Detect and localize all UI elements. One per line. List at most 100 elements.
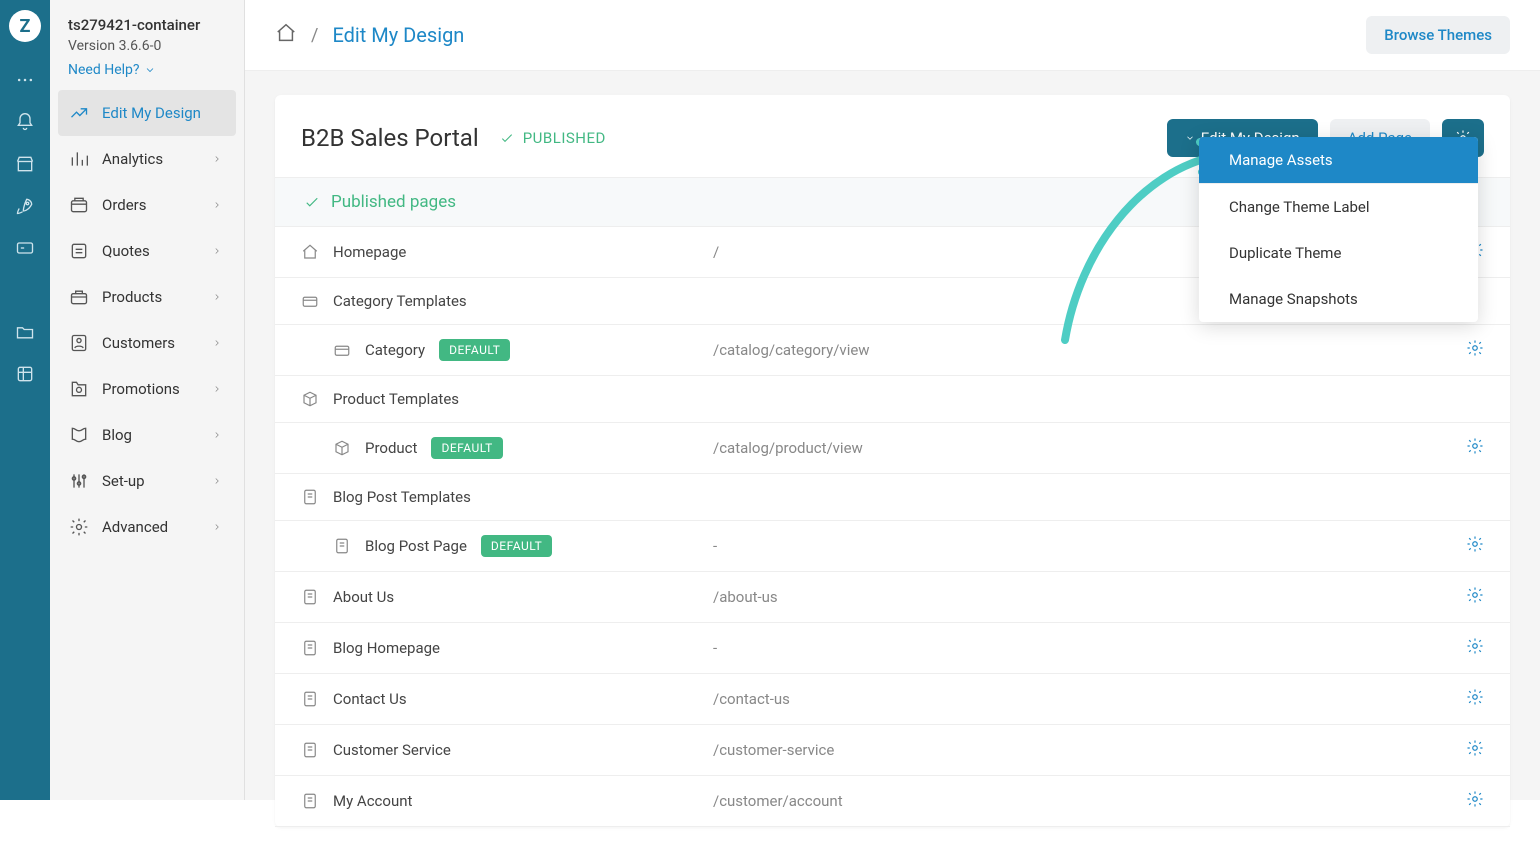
nav-label: Set-up	[102, 472, 212, 490]
browse-themes-button[interactable]: Browse Themes	[1366, 16, 1510, 54]
row-path: /contact-us	[713, 690, 1466, 708]
folder-icon[interactable]	[13, 320, 37, 344]
page-row[interactable]: Blog Homepage-	[275, 623, 1510, 674]
chevron-right-icon	[212, 426, 226, 444]
nav-label: Edit My Design	[102, 104, 226, 122]
storefront-icon[interactable]	[13, 152, 37, 176]
nav-icon	[68, 516, 90, 538]
breadcrumb-current[interactable]: Edit My Design	[332, 23, 464, 47]
nav-item-blog[interactable]: Blog	[58, 412, 236, 458]
row-icon	[333, 341, 355, 359]
nav-icon	[68, 194, 90, 216]
nav-item-orders[interactable]: Orders	[58, 182, 236, 228]
nav-icon	[68, 424, 90, 446]
nav-label: Customers	[102, 334, 212, 352]
sidebar: ts279421-container Version 3.6.6-0 Need …	[50, 0, 245, 800]
nav-label: Orders	[102, 196, 212, 214]
main: / Edit My Design Browse Themes B2B Sales…	[245, 0, 1540, 800]
nav-icon	[68, 148, 90, 170]
nav-item-products[interactable]: Products	[58, 274, 236, 320]
nav-item-customers[interactable]: Customers	[58, 320, 236, 366]
version-label: Version 3.6.6-0	[68, 38, 226, 54]
iconbar: Z	[0, 0, 50, 800]
page-row[interactable]: CategoryDEFAULT/catalog/category/view	[275, 325, 1510, 376]
menu-dots-icon[interactable]	[13, 68, 37, 92]
nav-label: Promotions	[102, 380, 212, 398]
row-icon	[301, 488, 323, 506]
row-settings-button[interactable]	[1466, 339, 1484, 361]
nav-label: Quotes	[102, 242, 212, 260]
page-row[interactable]: ProductDEFAULT/catalog/product/view	[275, 423, 1510, 474]
row-icon	[301, 792, 323, 810]
row-path: /about-us	[713, 588, 1466, 606]
page-row[interactable]: Blog Post Templates	[275, 474, 1510, 521]
breadcrumb: / Edit My Design	[275, 22, 464, 49]
nav-item-promotions[interactable]: Promotions	[58, 366, 236, 412]
need-help-link[interactable]: Need Help?	[68, 62, 226, 78]
breadcrumb-separator: /	[311, 25, 318, 46]
dropdown-item-duplicate-theme[interactable]: Duplicate Theme	[1199, 230, 1478, 276]
dropdown-item-change-theme-label[interactable]: Change Theme Label	[1199, 184, 1478, 230]
nav-icon	[68, 240, 90, 262]
row-label: My Account	[333, 792, 713, 810]
row-icon	[301, 690, 323, 708]
row-settings-button[interactable]	[1466, 688, 1484, 710]
page-row[interactable]: My Account/customer/account	[275, 776, 1510, 827]
home-icon[interactable]	[275, 22, 297, 49]
bell-icon[interactable]	[13, 110, 37, 134]
chevron-down-icon	[144, 64, 156, 76]
row-settings-button[interactable]	[1466, 790, 1484, 812]
row-label: About Us	[333, 588, 713, 606]
published-status: PUBLISHED	[499, 129, 606, 147]
row-path: /customer-service	[713, 741, 1466, 759]
page-row[interactable]: Product Templates	[275, 376, 1510, 423]
logo[interactable]: Z	[9, 10, 41, 42]
row-icon	[333, 439, 355, 457]
row-icon	[301, 243, 323, 261]
check-icon	[499, 130, 515, 146]
grid-icon[interactable]	[13, 278, 37, 302]
nav-icon	[68, 286, 90, 308]
nav-label: Advanced	[102, 518, 212, 536]
page-row[interactable]: Customer Service/customer-service	[275, 725, 1510, 776]
page-row[interactable]: Contact Us/contact-us	[275, 674, 1510, 725]
nav-item-set-up[interactable]: Set-up	[58, 458, 236, 504]
chevron-right-icon	[212, 518, 226, 536]
row-label: Contact Us	[333, 690, 713, 708]
nav: Edit My Design Analytics Orders Quotes Produ…	[50, 90, 244, 550]
default-badge: DEFAULT	[431, 437, 502, 459]
card-icon[interactable]	[13, 236, 37, 260]
nav-icon	[68, 470, 90, 492]
dropdown-item-manage-snapshots[interactable]: Manage Snapshots	[1199, 276, 1478, 322]
row-icon	[301, 390, 323, 408]
row-settings-button[interactable]	[1466, 637, 1484, 659]
nav-item-edit-my-design[interactable]: Edit My Design	[58, 90, 236, 136]
row-icon	[333, 537, 355, 555]
row-settings-button[interactable]	[1466, 739, 1484, 761]
row-settings-button[interactable]	[1466, 586, 1484, 608]
chevron-right-icon	[212, 288, 226, 306]
rocket-icon[interactable]	[13, 194, 37, 218]
nav-item-analytics[interactable]: Analytics	[58, 136, 236, 182]
caret-down-icon	[1185, 133, 1195, 143]
row-path: /catalog/product/view	[713, 439, 1466, 457]
nav-icon	[68, 378, 90, 400]
spreadsheet-icon[interactable]	[13, 362, 37, 386]
nav-label: Blog	[102, 426, 212, 444]
default-badge: DEFAULT	[439, 339, 510, 361]
row-label: Blog Post PageDEFAULT	[365, 535, 713, 557]
chevron-right-icon	[212, 242, 226, 260]
row-settings-button[interactable]	[1466, 437, 1484, 459]
nav-icon	[68, 332, 90, 354]
page-row[interactable]: About Us/about-us	[275, 572, 1510, 623]
page-row[interactable]: Blog Post PageDEFAULT-	[275, 521, 1510, 572]
nav-item-quotes[interactable]: Quotes	[58, 228, 236, 274]
row-path: -	[713, 537, 1466, 555]
nav-item-advanced[interactable]: Advanced	[58, 504, 236, 550]
chevron-right-icon	[212, 150, 226, 168]
row-label: Customer Service	[333, 741, 713, 759]
nav-label: Products	[102, 288, 212, 306]
check-icon	[303, 193, 321, 211]
row-settings-button[interactable]	[1466, 535, 1484, 557]
dropdown-item-manage-assets[interactable]: Manage Assets	[1199, 137, 1478, 183]
